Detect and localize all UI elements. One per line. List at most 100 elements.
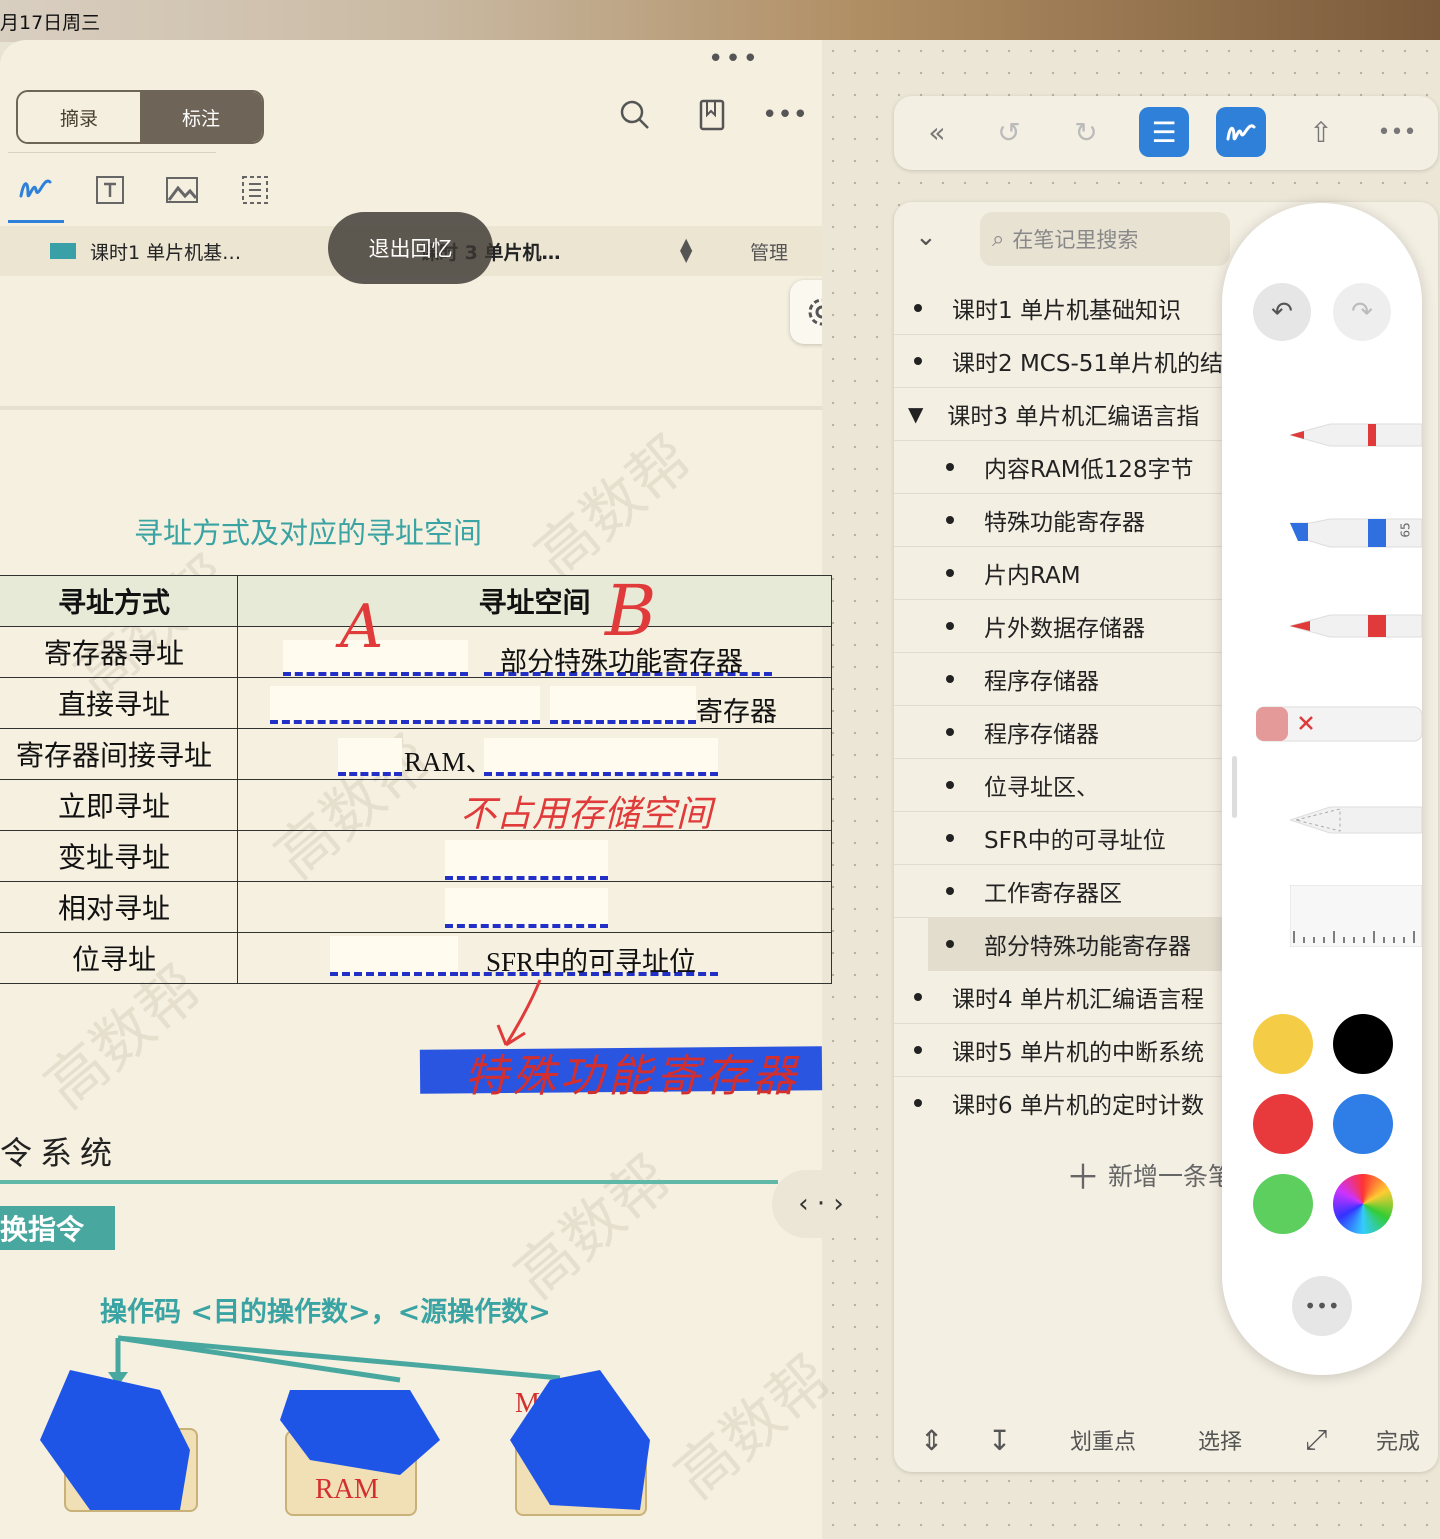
bullet-icon [946,887,954,895]
manage-button[interactable]: 管理 [750,226,788,276]
outline-item[interactable]: 课时6 单片机的定时计数 [894,1077,1244,1129]
search-placeholder: 在笔记里搜索 [1012,228,1139,252]
outline-item[interactable]: 课时2 MCS-51单片机的结 [894,335,1244,388]
outline-list: 课时1 单片机基础知识 课时2 MCS-51单片机的结 ▼ 课时3 单片机汇编语言… [894,282,1276,1142]
outline-item[interactable]: 特殊功能寄存器 [894,494,1276,547]
sort-arrows-icon[interactable]: ▲ ▼ [680,236,692,264]
bullet-icon [946,569,954,577]
image-icon[interactable] [162,170,202,210]
fullscreen-icon[interactable]: ⤢ [1305,1410,1327,1470]
outline-item[interactable]: 程序存储器 [894,706,1276,759]
pen-mode-icon[interactable] [1216,107,1266,157]
outline-list-icon[interactable] [235,170,275,210]
pen-palette: ↶ ↷ 65 ••• [1222,203,1423,1375]
undo-icon[interactable]: ↺ [984,107,1034,157]
outline-item[interactable]: ▼ 课时3 单片机汇编语言指 [894,388,1238,441]
pen-tool-red-icon[interactable] [1288,418,1423,452]
palette-undo-icon[interactable]: ↶ [1253,283,1311,341]
status-bar: 月17日周三 [0,0,1440,42]
outline-item[interactable]: 位寻址区、 [894,759,1276,812]
outline-item[interactable]: 课时1 单片机基础知识 [894,282,1244,335]
blank-field[interactable] [330,936,458,976]
color-wheel-icon[interactable] [1333,1174,1393,1234]
text-box-icon[interactable] [90,170,130,210]
bullet-icon [946,940,954,948]
search-input[interactable]: ⌕ 在笔记里搜索 [980,212,1230,266]
outline-item[interactable]: 课时5 单片机的中断系统 [894,1024,1244,1077]
color-swatch-yellow[interactable] [1253,1014,1313,1074]
share-icon[interactable]: ⇧ [1296,107,1346,157]
search-icon[interactable] [615,95,655,135]
cell-mode: 直接寻址 [0,677,238,729]
sort-down-icon[interactable]: ↧ [988,1410,1011,1470]
expand-triangle-icon[interactable]: ▼ [908,402,923,426]
outline-item[interactable]: 工作寄存器区 [894,865,1276,918]
color-swatch-green[interactable] [1253,1174,1313,1234]
more-icon[interactable]: ••• [1372,107,1422,157]
chevron-down-icon[interactable]: ⌄ [915,222,937,252]
highlight-button[interactable]: 划重点 [1070,1410,1136,1470]
redo-icon[interactable]: ↻ [1061,107,1111,157]
align-icon[interactable]: ⇕ [920,1410,943,1470]
palette-drag-handle[interactable] [1232,756,1237,818]
outline-view-icon[interactable]: ☰ [1139,107,1189,157]
outline-item[interactable]: 程序存储器 [894,653,1276,706]
blank-field[interactable] [484,738,718,776]
blank-field[interactable] [445,888,608,928]
color-swatch-blue[interactable] [1333,1094,1393,1154]
bookmark-icon[interactable] [692,95,732,135]
doc-tab-1-label: 课时1 单片机基… [90,241,242,264]
blank-field[interactable] [550,686,696,724]
outline-item-selected[interactable]: 部分特殊功能寄存器 [928,918,1242,971]
section-title: 寻址方式及对应的寻址空间 [134,516,483,550]
outline-item[interactable]: 内容RAM低128字节 [894,441,1276,494]
cell-mode: 寄存器间接寻址 [0,728,238,780]
blank-field[interactable] [270,686,540,724]
eraser-tool-icon[interactable] [1255,703,1423,743]
add-item-button[interactable]: ＋ 新增一条笔 [1066,1150,1222,1199]
collapse-panel-icon[interactable]: « [912,107,962,157]
cell-mode: 立即寻址 [0,779,238,831]
ruler-tool-icon[interactable] [1289,884,1423,948]
outline-item[interactable]: 片外数据存储器 [894,600,1276,653]
answer-text: SFR中的可寻址位 [486,947,697,977]
mode-segmented-control[interactable]: 摘录 标注 [16,90,264,144]
page-nav-arrows-icon[interactable]: ‹ · › [772,1170,870,1238]
palette-more-icon[interactable]: ••• [1292,1276,1352,1336]
blank-field[interactable] [445,840,608,880]
bullet-icon [946,675,954,683]
active-tool-underline [8,220,64,223]
bullet-icon [946,728,954,736]
divider [8,152,216,153]
outline-item[interactable]: 课时4 单片机汇编语言程 [894,971,1244,1024]
color-swatch-black[interactable] [1333,1014,1393,1074]
chapter-heading: 令系统 [0,1134,121,1172]
more-icon[interactable]: ••• [762,100,808,130]
bullet-icon [946,463,954,471]
select-button[interactable]: 选择 [1198,1410,1242,1470]
bullet-icon [914,304,922,312]
segment-annotate[interactable]: 标注 [140,92,262,142]
exit-recall-button[interactable]: 退出回忆 [328,212,493,284]
page-separator [0,406,822,410]
segment-excerpt[interactable]: 摘录 [18,92,140,142]
window-grip-icon[interactable]: ••• [708,44,760,74]
lasso-tool-icon[interactable] [1288,803,1423,837]
outline-label: 课时6 单片机的定时计数 [952,1093,1204,1119]
outline-item[interactable]: 片内RAM [894,547,1276,600]
blue-scribble-marks [40,1370,650,1510]
addressing-table: 寻址方式 寻址空间 寄存器寻址 直接寻址 寄存器间接寻址 立即寻址 变址寻址 相… [0,575,832,984]
cell-mode: 相对寻址 [0,881,238,933]
pencil-tool-red-icon[interactable] [1288,609,1423,643]
doc-tab-1[interactable]: 课时1 单片机基… [50,226,241,276]
search-icon: ⌕ [992,226,1005,252]
outline-item[interactable]: SFR中的可寻址位 [894,812,1276,865]
marker-size-label: 65 [1398,522,1413,538]
doc-thumb-icon [50,243,76,259]
color-swatch-red[interactable] [1253,1094,1313,1154]
palette-redo-icon[interactable]: ↷ [1333,283,1391,341]
pen-tool-icon[interactable] [14,168,58,208]
done-button[interactable]: 完成 [1376,1410,1420,1470]
blank-field[interactable] [338,738,402,776]
settings-gear-icon[interactable] [790,280,822,344]
